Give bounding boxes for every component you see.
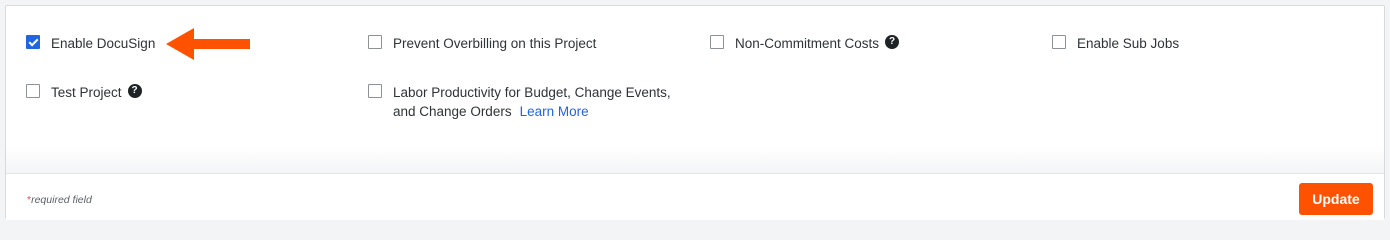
enable-sub-jobs-checkbox[interactable] [1052, 35, 1066, 49]
labor-productivity-checkbox[interactable] [368, 84, 382, 98]
prevent-overbilling-option[interactable]: Prevent Overbilling on this Project [368, 34, 596, 53]
required-field-text: required field [31, 194, 92, 206]
required-field-note: *required field [27, 194, 92, 206]
project-settings-panel: Enable DocuSign Prevent Overbilling on t… [5, 5, 1385, 220]
update-button[interactable]: Update [1299, 183, 1373, 215]
non-commitment-costs-label: Non-Commitment Costs [735, 36, 880, 51]
labor-productivity-label-line1: Labor Productivity for Budget, Change Ev… [393, 85, 671, 100]
labor-productivity-label: Labor Productivity for Budget, Change Ev… [393, 83, 671, 121]
labor-productivity-option[interactable]: Labor Productivity for Budget, Change Ev… [368, 83, 671, 121]
test-project-option[interactable]: Test Project ? [26, 83, 142, 102]
enable-docusign-checkbox[interactable] [26, 35, 40, 49]
enable-docusign-label: Enable DocuSign [51, 36, 156, 51]
enable-docusign-option[interactable]: Enable DocuSign [26, 34, 155, 53]
learn-more-link[interactable]: Learn More [520, 104, 589, 119]
enable-sub-jobs-option[interactable]: Enable Sub Jobs [1052, 34, 1179, 53]
question-circle-icon[interactable]: ? [127, 84, 142, 98]
test-project-label: Test Project [51, 85, 122, 100]
question-circle-icon[interactable]: ? [885, 35, 900, 49]
labor-productivity-label-line2: and Change Orders [393, 104, 512, 119]
test-project-checkbox[interactable] [26, 84, 40, 98]
non-commitment-costs-option[interactable]: Non-Commitment Costs ? [710, 34, 900, 53]
non-commitment-costs-checkbox[interactable] [710, 35, 724, 49]
prevent-overbilling-label: Prevent Overbilling on this Project [393, 36, 597, 51]
form-footer: *required field Update [6, 173, 1384, 220]
enable-sub-jobs-label: Enable Sub Jobs [1077, 36, 1180, 51]
advanced-settings-section: Enable DocuSign Prevent Overbilling on t… [6, 6, 1384, 173]
left-arrow-icon [166, 28, 250, 60]
prevent-overbilling-checkbox[interactable] [368, 35, 382, 49]
